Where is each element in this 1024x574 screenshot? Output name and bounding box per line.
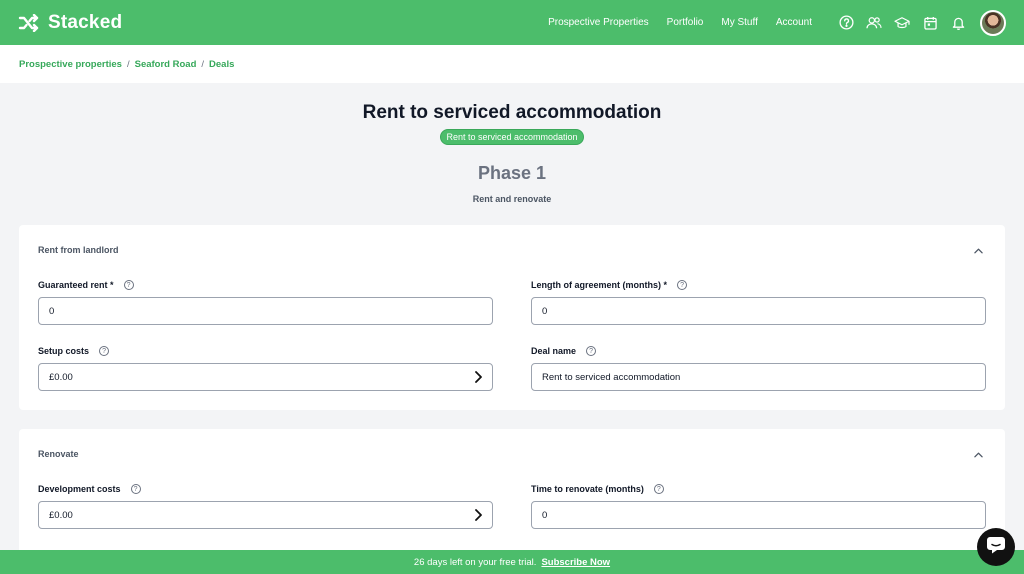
brand[interactable]: Stacked [18,12,122,34]
input-value: 0 [542,509,548,521]
user-avatar[interactable] [980,9,1006,36]
input-value: Rent to serviced accommodation [542,371,681,383]
help-icon[interactable]: ? [586,346,597,356]
length-of-agreement-input[interactable]: 0 [531,297,986,325]
section-renovate: Renovate Development costs ? £0.00 Time … [19,429,1005,559]
breadcrumb-seaford-road[interactable]: Seaford Road [135,59,197,70]
section-title: Renovate [38,449,79,459]
calendar-icon[interactable] [922,15,938,31]
page-header: Rent to serviced accommodation Rent to s… [0,83,1024,204]
chevron-up-icon[interactable] [971,244,985,258]
field-label: Length of agreement (months) * [531,280,668,290]
section-title: Rent from landlord [38,245,119,255]
breadcrumb-separator: / [126,58,130,70]
field-development-costs: Development costs ? £0.00 [38,483,493,529]
subscribe-now-link[interactable]: Subscribe Now [541,557,610,568]
breadcrumb: Prospective properties / Seaford Road / … [0,45,1024,83]
shuffle-logo-icon [18,13,40,32]
deal-name-input[interactable]: Rent to serviced accommodation [531,363,986,391]
nav-link-portfolio[interactable]: Portfolio [667,17,704,28]
chat-launcher-button[interactable] [977,528,1015,566]
input-value: £0.00 [49,509,73,521]
nav-links: Prospective Properties Portfolio My Stuf… [530,17,812,28]
field-label: Time to renovate (months) [531,484,644,494]
chevron-up-icon[interactable] [971,448,985,462]
chevron-right-icon [475,509,482,521]
nav-link-prospective-properties[interactable]: Prospective Properties [548,17,649,28]
setup-costs-selector[interactable]: £0.00 [38,363,493,391]
trial-banner: 26 days left on your free trial. Subscri… [0,550,1024,574]
breadcrumb-prospective-properties[interactable]: Prospective properties [19,59,122,70]
input-value: 0 [49,305,55,317]
section-rent-from-landlord: Rent from landlord Guaranteed rent * ? 0… [19,225,1005,410]
development-costs-selector[interactable]: £0.00 [38,501,493,529]
breadcrumb-deals[interactable]: Deals [209,59,234,70]
field-label: Deal name [531,346,577,356]
field-label: Guaranteed rent * [38,280,114,290]
phase-subtitle: Rent and renovate [472,194,552,204]
breadcrumb-separator: / [201,58,205,70]
help-icon[interactable]: ? [99,346,110,356]
help-icon[interactable]: ? [653,484,664,494]
top-nav: Stacked Prospective Properties Portfolio… [0,0,1024,45]
field-length-of-agreement: Length of agreement (months) * ? 0 [531,279,986,325]
nav-icons [826,15,966,31]
field-label: Development costs [38,484,121,494]
field-deal-name: Deal name ? Rent to serviced accommodati… [531,345,986,391]
field-time-to-renovate: Time to renovate (months) ? 0 [531,483,986,529]
nav-link-account[interactable]: Account [776,17,812,28]
guaranteed-rent-input[interactable]: 0 [38,297,493,325]
chevron-right-icon [475,371,482,383]
field-label: Setup costs [38,346,90,356]
deal-type-badge: Rent to serviced accommodation [440,129,584,145]
brand-name: Stacked [48,11,123,33]
chat-bubble-icon [986,536,1006,559]
help-icon[interactable]: ? [130,484,141,494]
trial-banner-text: 26 days left on your free trial. [413,556,537,568]
users-icon[interactable] [866,15,882,31]
bell-icon[interactable] [950,15,966,31]
help-icon[interactable]: ? [677,280,688,290]
input-value: 0 [542,305,548,317]
help-circle-icon[interactable] [838,15,854,31]
phase-title: Phase 1 [477,163,547,183]
field-setup-costs: Setup costs ? £0.00 [38,345,493,391]
graduation-cap-icon[interactable] [894,15,910,31]
page-title: Rent to serviced accommodation [362,102,662,123]
field-guaranteed-rent: Guaranteed rent * ? 0 [38,279,493,325]
input-value: £0.00 [49,371,73,383]
help-icon[interactable]: ? [123,280,134,290]
time-to-renovate-input[interactable]: 0 [531,501,986,529]
nav-link-my-stuff[interactable]: My Stuff [721,17,758,28]
